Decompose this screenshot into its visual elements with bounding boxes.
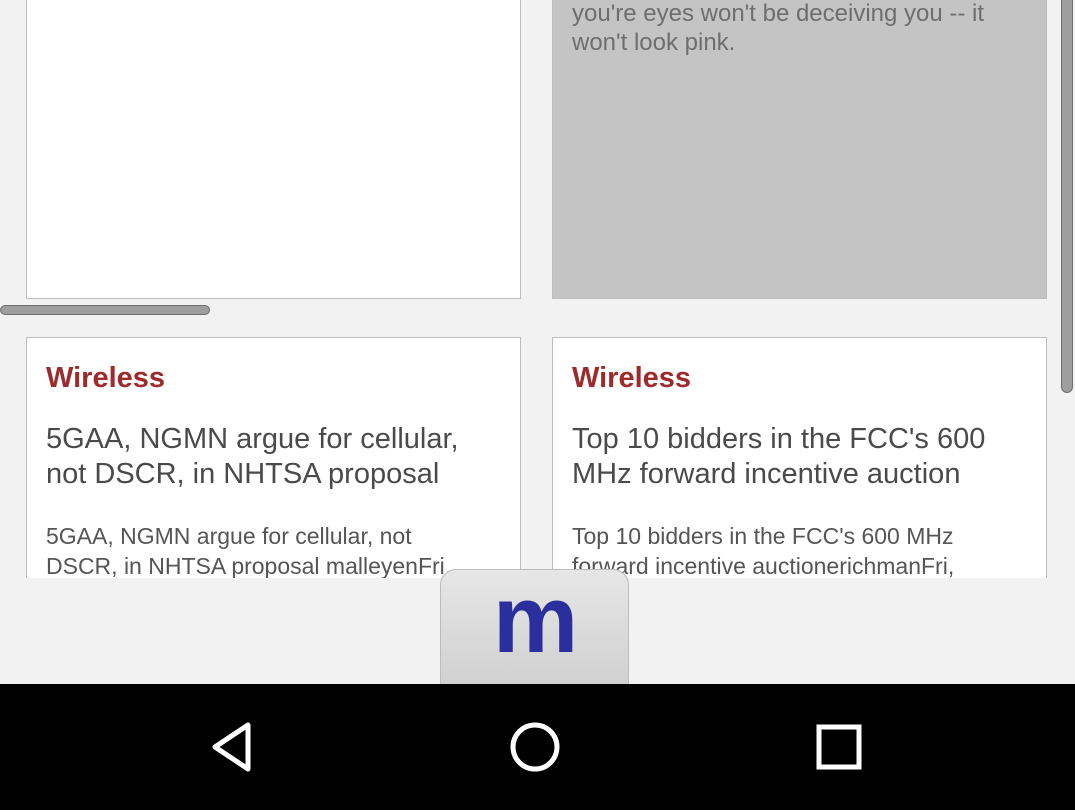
recents-square-icon (816, 724, 862, 770)
article-card-text[interactable]: you're eyes won't be deceiving you -- it… (552, 0, 1047, 299)
app-logo-m: m (492, 566, 578, 673)
article-headline[interactable]: Top 10 bidders in the FCC's 600 MHz forw… (572, 422, 1026, 492)
article-category[interactable]: Wireless (572, 362, 691, 395)
excerpt-line: DSCR, in NHTSA proposal malleyenFri, (46, 553, 452, 578)
excerpt-line: forward incentive auctionerichmanFri, (572, 553, 955, 578)
app-logo-tab[interactable]: m (440, 569, 629, 694)
vertical-scrollbar[interactable] (1061, 0, 1073, 393)
android-navigation-bar (0, 684, 1075, 810)
content-area: you're eyes won't be deceiving you -- it… (0, 0, 1075, 578)
article-card-image[interactable] (26, 0, 521, 299)
horizontal-scrollbar[interactable] (0, 305, 210, 315)
article-card[interactable]: Wireless Top 10 bidders in the FCC's 600… (552, 337, 1047, 578)
article-headline[interactable]: 5GAA, NGMN argue for cellular, not DSCR,… (46, 422, 500, 492)
article-excerpt: 5GAA, NGMN argue for cellular, not DSCR,… (46, 521, 506, 578)
card-text-line: won't look pink. (572, 29, 736, 56)
card-text-line: you're eyes won't be deceiving you -- it (572, 0, 985, 27)
back-button[interactable] (173, 684, 293, 810)
card-body-text: you're eyes won't be deceiving you -- it… (572, 0, 1028, 57)
home-circle-icon (510, 722, 560, 772)
excerpt-line: 5GAA, NGMN argue for cellular, not (46, 523, 412, 549)
article-excerpt: Top 10 bidders in the FCC's 600 MHz forw… (572, 521, 1032, 578)
excerpt-line: Top 10 bidders in the FCC's 600 MHz (572, 523, 954, 549)
recents-button[interactable] (779, 684, 899, 810)
back-triangle-icon (212, 722, 251, 772)
home-button[interactable] (475, 684, 595, 810)
article-card[interactable]: Wireless 5GAA, NGMN argue for cellular, … (26, 337, 521, 578)
article-category[interactable]: Wireless (46, 362, 165, 395)
